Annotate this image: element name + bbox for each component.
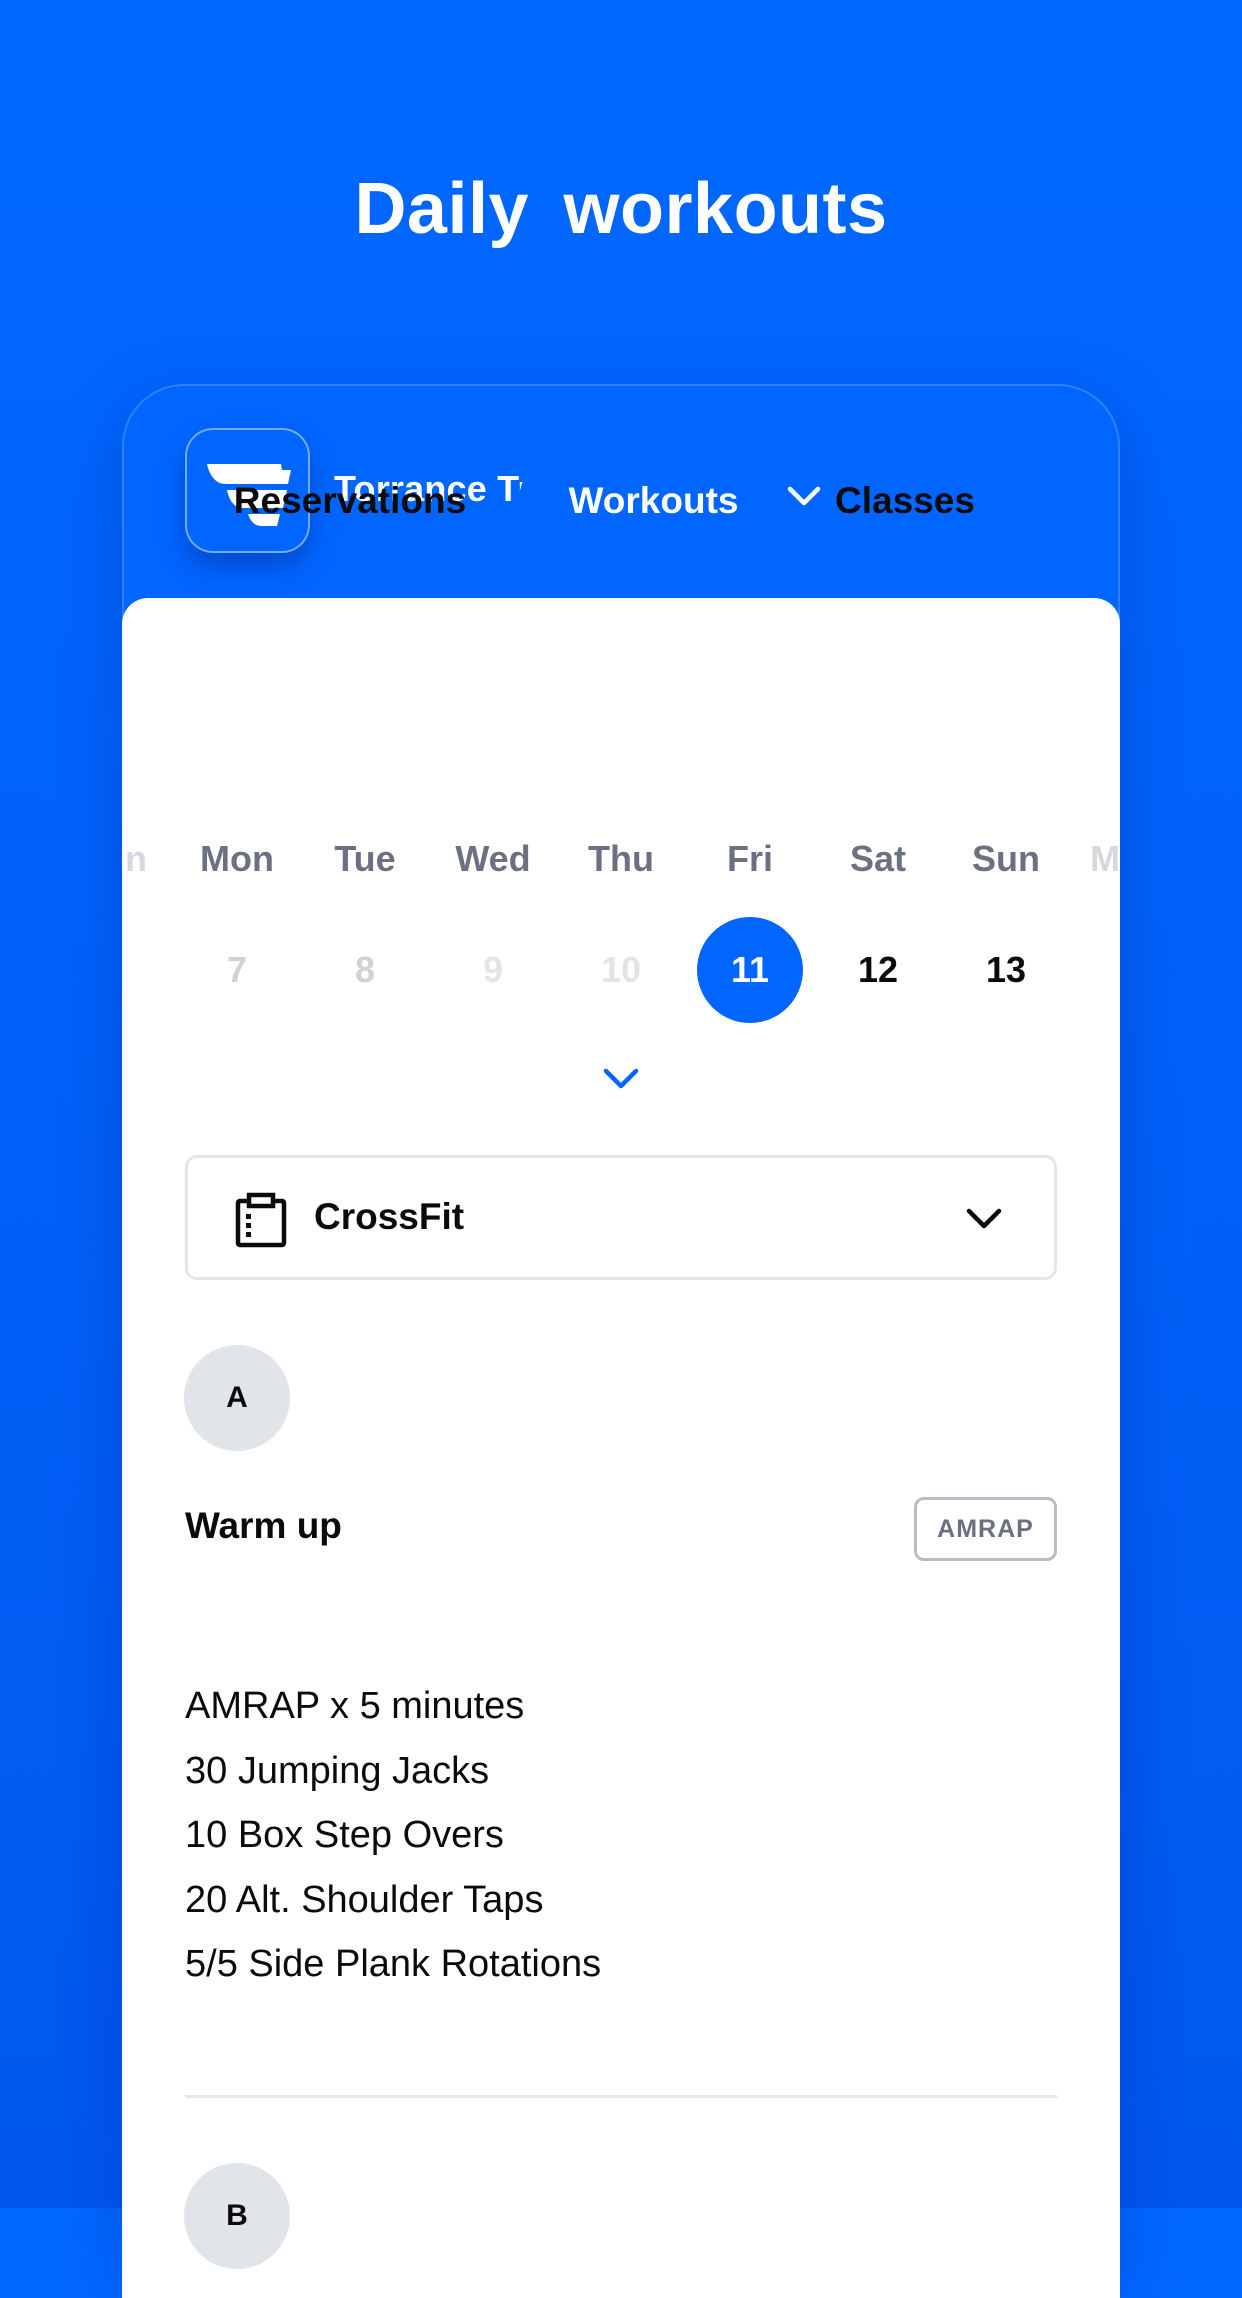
clipboard-icon [235,1192,287,1248]
date-cell[interactable]: 13 [953,917,1059,1023]
date-cell-selected[interactable]: 11 [697,917,803,1023]
section-title: Warm up [185,1505,342,1546]
day-name: Mon [200,838,274,879]
chevron-down-icon [966,1208,1002,1229]
section-badge: A [184,1345,290,1451]
tab-reservations[interactable]: Reservations [205,448,495,554]
date-cell[interactable]: 8 [312,917,418,1023]
program-select-value: CrossFit [314,1196,465,1237]
day-name: Tue [334,838,396,879]
day-name: Thu [588,838,654,879]
program-select[interactable]: CrossFit [185,1155,1057,1280]
day-name: Sun [972,838,1040,879]
tab-bar: Reservations Workouts Classes [0,448,1242,554]
section-divider [185,2095,1057,2098]
date-cell[interactable]: 10 [568,917,674,1023]
workout-line: 20 Alt. Shoulder Taps [185,1878,544,1921]
date-cell[interactable]: 7 [184,917,290,1023]
app-screen: Torrance Training Lab [122,384,1120,2298]
day-name: Fri [726,838,773,879]
workout-line: AMRAP x 5 minutes [185,1685,525,1727]
workout-description: AMRAP x 5 minutes 30 Jumping Jacks 10 Bo… [185,1674,601,1997]
day-name: M [1090,838,1120,879]
tab-classes[interactable]: Classes [810,448,1000,554]
hero-title: Daily workouts [354,169,888,249]
workout-line: 5/5 Side Plank Rotations [185,1943,602,1985]
day-name: Wed [455,838,531,879]
date-cell[interactable]: 9 [440,917,546,1023]
workout-type-tag: AMRAP [914,1497,1057,1561]
workout-line: 30 Jumping Jacks [185,1749,490,1792]
tab-workouts[interactable]: Workouts [519,448,788,554]
workout-line: 10 Box Step Overs [185,1814,504,1856]
chevron-down-icon[interactable] [601,1062,641,1098]
section-badge: B [184,2163,290,2269]
day-name: Sat [849,838,907,879]
date-cell[interactable]: 12 [825,917,931,1023]
